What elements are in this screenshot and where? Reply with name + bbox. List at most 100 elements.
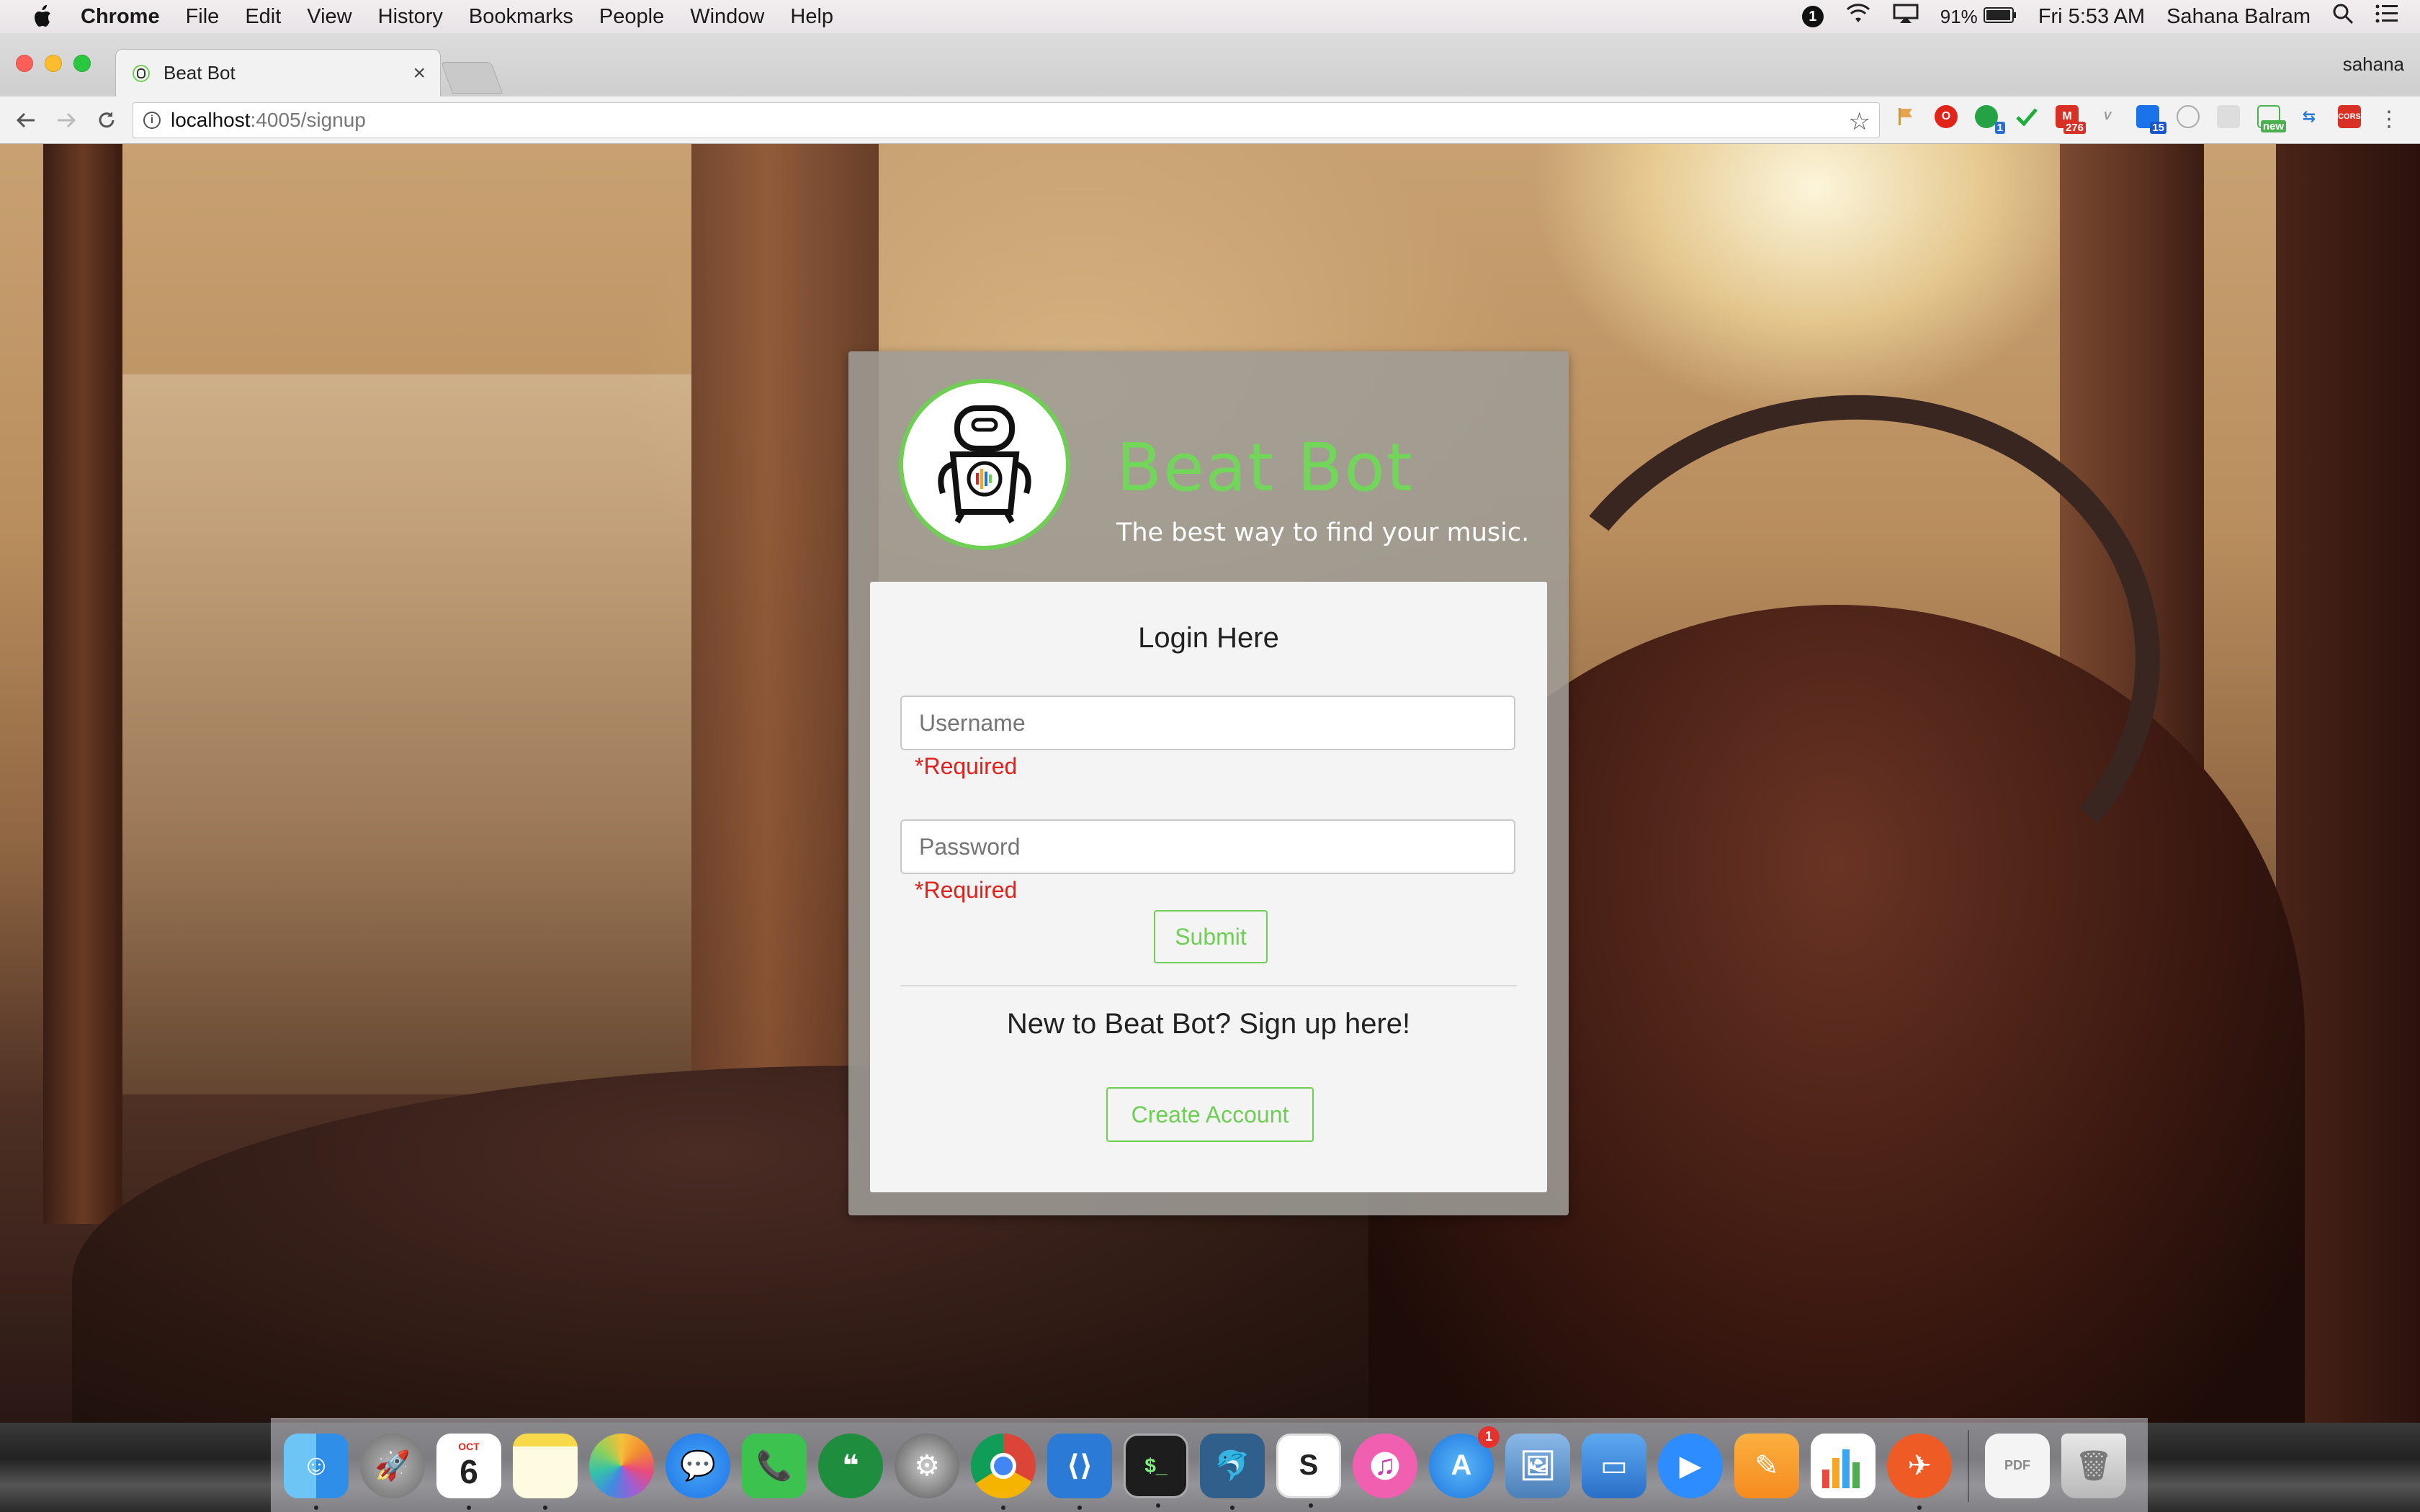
- opera-extension-icon[interactable]: O: [1935, 105, 1958, 128]
- mysql-workbench-icon[interactable]: 🐬: [1200, 1433, 1265, 1510]
- calendar-day: 6: [460, 1452, 478, 1490]
- menu-history[interactable]: History: [378, 5, 443, 29]
- bookmark-flag-icon[interactable]: [1894, 105, 1917, 128]
- hangouts-icon[interactable]: ❝: [818, 1433, 883, 1498]
- beat-bot-favicon-icon: [132, 64, 151, 83]
- trash-icon[interactable]: 🗑: [2061, 1433, 2126, 1498]
- airplay-icon[interactable]: [1893, 4, 1919, 30]
- beat-bot-robot-logo-icon: [899, 379, 1070, 550]
- wifi-icon[interactable]: [1845, 4, 1871, 30]
- login-card: Beat Bot The best way to find your music…: [848, 351, 1569, 1215]
- signup-prompt: New to Beat Bot? Sign up here!: [1006, 1008, 1411, 1040]
- finder-icon[interactable]: ☺: [284, 1433, 349, 1510]
- gmail-extension-icon[interactable]: M 276: [2056, 105, 2086, 134]
- apple-menu-icon[interactable]: [27, 2, 56, 31]
- browser-chrome: Beat Bot × sahana i localhost :4005/sign…: [0, 33, 2420, 144]
- reload-icon[interactable]: [92, 106, 121, 135]
- new-tab-button[interactable]: [440, 62, 503, 94]
- terminal-icon[interactable]: $_: [1124, 1433, 1188, 1508]
- background-window-frame-left: [43, 144, 122, 1224]
- menu-bookmarks[interactable]: Bookmarks: [469, 5, 573, 29]
- app-store-icon[interactable]: A 1: [1429, 1426, 1500, 1498]
- preview-icon[interactable]: 🖼: [1505, 1433, 1570, 1498]
- battery-icon[interactable]: [1983, 5, 2017, 29]
- create-account-button[interactable]: Create Account: [1106, 1087, 1314, 1142]
- calendar-extension-icon[interactable]: 15: [2136, 105, 2166, 134]
- photos-icon[interactable]: [589, 1433, 654, 1498]
- zoom-window-button[interactable]: [73, 55, 91, 72]
- login-form-panel: Login Here *Required *Required Submit Ne…: [870, 582, 1547, 1192]
- messages-icon[interactable]: 💬: [666, 1433, 730, 1498]
- menu-view[interactable]: View: [307, 5, 351, 29]
- slack-icon[interactable]: S: [1276, 1433, 1341, 1508]
- tab-title: Beat Bot: [163, 62, 236, 84]
- password-input[interactable]: [900, 819, 1515, 874]
- launchpad-icon[interactable]: 🚀: [360, 1433, 425, 1498]
- postman-icon[interactable]: ✈: [1887, 1433, 1952, 1510]
- green-extension-count: 1: [1994, 122, 2005, 134]
- browser-tab-active[interactable]: Beat Bot ×: [115, 49, 441, 96]
- browser-toolbar: i localhost :4005/signup ☆ O 1 M 276 V 1…: [0, 96, 2420, 144]
- battery-percent: 91%: [1940, 5, 1978, 27]
- url-path: :4005/signup: [250, 109, 366, 131]
- username-required-error: *Required: [915, 753, 1018, 779]
- green-extension-icon[interactable]: 1: [1975, 105, 2005, 134]
- calendar-month: OCT: [458, 1440, 480, 1452]
- username-input[interactable]: [900, 696, 1515, 750]
- pages-icon[interactable]: ✎: [1734, 1433, 1799, 1498]
- notes-icon[interactable]: [513, 1433, 578, 1510]
- menu-window[interactable]: Window: [690, 5, 764, 29]
- notification-center-icon[interactable]: [2375, 4, 2398, 29]
- close-window-button[interactable]: [16, 55, 33, 72]
- gray-circle-extension-icon[interactable]: [2177, 105, 2200, 128]
- vscode-icon[interactable]: ⟨⟩: [1047, 1433, 1112, 1510]
- calendar-count: 15: [2150, 122, 2166, 134]
- arrows-extension-icon[interactable]: ⇆: [2298, 105, 2321, 128]
- macos-menu-bar: Chrome File Edit View History Bookmarks …: [0, 0, 2420, 33]
- profile-name[interactable]: sahana: [2343, 53, 2404, 76]
- page-viewport: Beat Bot The best way to find your music…: [0, 144, 2420, 1423]
- vimium-extension-icon[interactable]: V: [2096, 105, 2119, 128]
- zoom-icon[interactable]: ▶: [1658, 1433, 1723, 1498]
- spotlight-search-icon[interactable]: [2332, 3, 2354, 30]
- notification-badge-icon[interactable]: 1: [1801, 6, 1824, 27]
- menu-file[interactable]: File: [186, 5, 220, 29]
- brand-tagline: The best way to find your music.: [1116, 518, 1530, 547]
- numbers-icon[interactable]: [1811, 1433, 1876, 1498]
- chrome-icon[interactable]: [971, 1433, 1036, 1510]
- checkmark-extension-icon[interactable]: [2015, 105, 2038, 128]
- cors-extension-icon[interactable]: CORS: [2338, 105, 2361, 128]
- menu-people[interactable]: People: [599, 5, 664, 29]
- clock[interactable]: Fri 5:53 AM: [2038, 5, 2145, 29]
- background-cityscape: [122, 374, 691, 1094]
- grid-extension-icon[interactable]: [2217, 105, 2240, 128]
- form-divider: [900, 985, 1517, 986]
- keynote-icon[interactable]: ▭: [1582, 1433, 1646, 1498]
- user-name[interactable]: Sahana Balram: [2166, 5, 2311, 29]
- minimize-window-button[interactable]: [45, 55, 62, 72]
- macos-dock: ☺ 🚀 OCT 6 💬 📞 ❝ ⚙ ⟨⟩ $_ 🐬 S ♫ A 1 🖼 ▭ ▶ …: [271, 1418, 2148, 1512]
- menu-help[interactable]: Help: [790, 5, 833, 29]
- tab-strip: Beat Bot × sahana: [0, 33, 2420, 96]
- bookmark-star-icon[interactable]: ☆: [1849, 107, 1870, 136]
- site-info-icon[interactable]: i: [143, 112, 161, 129]
- screen-capture-extension-icon[interactable]: new: [2257, 105, 2286, 132]
- brand-title: Beat Bot: [1116, 429, 1414, 506]
- chrome-menu-icon[interactable]: ⋮: [2378, 107, 2400, 132]
- new-badge: new: [2260, 120, 2286, 132]
- menu-app-chrome[interactable]: Chrome: [81, 5, 160, 29]
- address-bar[interactable]: i localhost :4005/signup ☆: [133, 102, 1880, 138]
- submit-button[interactable]: Submit: [1154, 910, 1268, 963]
- facetime-icon[interactable]: 📞: [742, 1433, 807, 1498]
- system-preferences-icon[interactable]: ⚙: [895, 1433, 959, 1498]
- itunes-icon[interactable]: ♫: [1353, 1433, 1417, 1498]
- login-heading: Login Here: [1138, 622, 1279, 654]
- extensions-area: O 1 M 276 V 15 new ⇆ CORS: [1894, 105, 2378, 134]
- back-arrow-icon[interactable]: [12, 106, 40, 135]
- window-controls: [16, 55, 102, 72]
- menu-edit[interactable]: Edit: [245, 5, 281, 29]
- calendar-icon[interactable]: OCT 6: [436, 1433, 501, 1510]
- documents-stack-icon[interactable]: PDF: [1985, 1433, 2050, 1498]
- tab-close-icon[interactable]: ×: [413, 61, 426, 86]
- forward-arrow-icon[interactable]: [52, 106, 81, 135]
